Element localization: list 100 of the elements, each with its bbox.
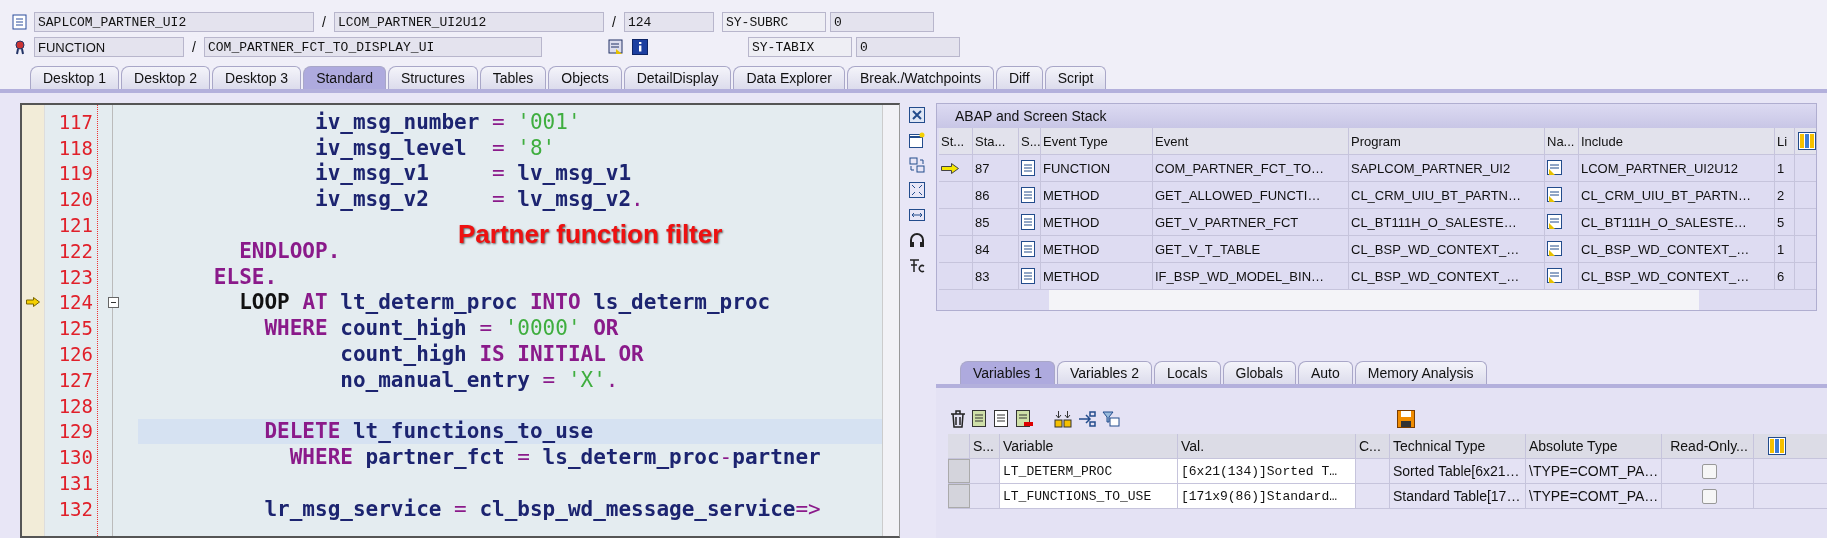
- tab[interactable]: Break./Watchpoints: [847, 66, 994, 89]
- value-input[interactable]: [6x21(134)]Sorted T…: [1178, 459, 1356, 483]
- variable-input[interactable]: LT_DETERM_PROC: [1000, 459, 1178, 483]
- layout-icon[interactable]: [1768, 437, 1786, 455]
- code-line: count_high IS INITIAL OR: [339, 342, 644, 367]
- document-icon[interactable]: [1547, 160, 1563, 176]
- collapse-icon[interactable]: [107, 296, 119, 308]
- tab[interactable]: Script: [1044, 66, 1107, 89]
- column-header[interactable]: Include: [1579, 128, 1775, 154]
- variable-input[interactable]: LT_FUNCTIONS_TO_USE: [1000, 484, 1178, 508]
- document-icon[interactable]: [994, 410, 1010, 428]
- tab[interactable]: Variables 1: [960, 361, 1055, 384]
- move-down-icon[interactable]: [1054, 410, 1072, 428]
- document-icon[interactable]: [972, 410, 988, 428]
- column-header[interactable]: Li: [1775, 128, 1795, 154]
- code-line: no_manual_entry = 'X'.: [339, 367, 619, 392]
- panel-title: ABAP and Screen Stack: [937, 104, 1816, 128]
- swap-icon[interactable]: [909, 157, 925, 173]
- column-header[interactable]: Event: [1153, 128, 1349, 154]
- scrollbar[interactable]: [882, 105, 899, 536]
- annotation-text: Partner function filter: [458, 219, 723, 250]
- close-icon[interactable]: [909, 107, 925, 123]
- field-name-input[interactable]: SY-TABIX: [748, 37, 852, 57]
- save-icon[interactable]: [1397, 410, 1415, 428]
- field-value-input[interactable]: 0: [830, 12, 934, 32]
- table-cell: METHOD: [1041, 209, 1153, 235]
- table-cell: 87: [973, 155, 1019, 181]
- document-icon[interactable]: [1547, 268, 1563, 284]
- document-icon: [1021, 268, 1035, 284]
- layout-icon[interactable]: [1798, 132, 1816, 150]
- tab[interactable]: Desktop 3: [212, 66, 302, 89]
- tab[interactable]: Desktop 1: [30, 66, 120, 89]
- table-cell: CL_BSP_WD_CONTEXT_…: [1579, 236, 1775, 262]
- tab[interactable]: Locals: [1154, 361, 1221, 384]
- column-header[interactable]: Technical Type: [1390, 434, 1526, 458]
- column-header[interactable]: Na...: [1545, 128, 1579, 154]
- headphones-icon[interactable]: [909, 232, 925, 248]
- tab[interactable]: Auto: [1297, 361, 1353, 384]
- table-cell: 85: [973, 209, 1019, 235]
- column-header[interactable]: Variable: [1000, 434, 1178, 458]
- table-cell: GET_ALLOWED_FUNCTI…: [1153, 182, 1349, 208]
- field-value-input[interactable]: 0: [856, 37, 960, 57]
- scrollbar[interactable]: [1049, 290, 1699, 310]
- column-header[interactable]: Event Type: [1041, 128, 1153, 154]
- line-number: 119: [58, 162, 93, 185]
- column-header[interactable]: Program: [1349, 128, 1545, 154]
- table-cell: CL_CRM_UIU_BT_PARTN…: [1349, 182, 1545, 208]
- share-icon[interactable]: [1078, 410, 1096, 428]
- column-header[interactable]: Read-Only...: [1662, 434, 1754, 458]
- column-header[interactable]: Val.: [1178, 434, 1356, 458]
- table-cell: 1: [1775, 155, 1795, 181]
- column-header[interactable]: St...: [939, 128, 973, 154]
- code-line: ENDLOOP.: [238, 238, 341, 263]
- document-icon[interactable]: [1016, 410, 1034, 428]
- document-icon[interactable]: [1547, 187, 1563, 203]
- window-icon[interactable]: [909, 132, 925, 148]
- filter-icon[interactable]: [1102, 410, 1120, 428]
- document-icon[interactable]: [1547, 214, 1563, 230]
- tab[interactable]: Diff: [995, 66, 1043, 89]
- column-header[interactable]: S...: [970, 434, 1000, 458]
- document-icon[interactable]: [1547, 241, 1563, 257]
- code-line: iv_msg_level = '8': [314, 135, 556, 160]
- code-line: WHERE partner_fct = ls_determ_proc-partner: [288, 445, 821, 470]
- table-cell: 86: [973, 182, 1019, 208]
- checkbox[interactable]: [1701, 488, 1717, 504]
- trash-icon[interactable]: [950, 410, 966, 428]
- tab[interactable]: Data Explorer: [733, 66, 845, 89]
- tab[interactable]: Globals: [1222, 361, 1296, 384]
- line-field: 124: [624, 12, 714, 32]
- tab[interactable]: Memory Analysis: [1354, 361, 1487, 384]
- column-header[interactable]: C...: [1356, 434, 1390, 458]
- tab[interactable]: Tables: [479, 66, 547, 89]
- code-line: LOOP AT lt_determ_proc INTO ls_determ_proc: [238, 290, 771, 315]
- table-cell: \TYPE=COMT_PA…: [1526, 459, 1662, 483]
- fullscreen-icon[interactable]: [909, 182, 925, 198]
- expand-width-icon[interactable]: [909, 207, 925, 223]
- table-cell: IF_BSP_WD_MODEL_BIN…: [1153, 263, 1349, 289]
- tab[interactable]: Standard: [303, 66, 386, 89]
- document-icon: [1021, 214, 1035, 230]
- separator-text: /: [611, 14, 617, 30]
- table-cell: METHOD: [1041, 182, 1153, 208]
- checkbox[interactable]: [1701, 463, 1717, 479]
- column-header[interactable]: S...: [1019, 128, 1041, 154]
- table-cell: Sorted Table[6x21…: [1390, 459, 1526, 483]
- tab[interactable]: Structures: [387, 66, 478, 89]
- column-header[interactable]: Sta...: [973, 128, 1019, 154]
- code-line: DELETE lt_functions_to_use: [263, 419, 594, 444]
- field-name-input[interactable]: SY-SUBRC: [722, 12, 826, 32]
- event-type-field: FUNCTION: [34, 37, 184, 57]
- line-number: 125: [58, 317, 93, 340]
- info-icon[interactable]: [632, 39, 648, 55]
- value-input[interactable]: [171x9(86)]Standard…: [1178, 484, 1356, 508]
- column-header[interactable]: Absolute Type: [1526, 434, 1662, 458]
- tab[interactable]: DetailDisplay: [623, 66, 732, 89]
- tab[interactable]: Variables 2: [1057, 361, 1153, 384]
- line-number: 121: [58, 214, 93, 237]
- tab[interactable]: Desktop 2: [121, 66, 211, 89]
- tab[interactable]: Objects: [548, 66, 622, 89]
- table-cell: 83: [973, 263, 1019, 289]
- document-icon: [1021, 241, 1035, 257]
